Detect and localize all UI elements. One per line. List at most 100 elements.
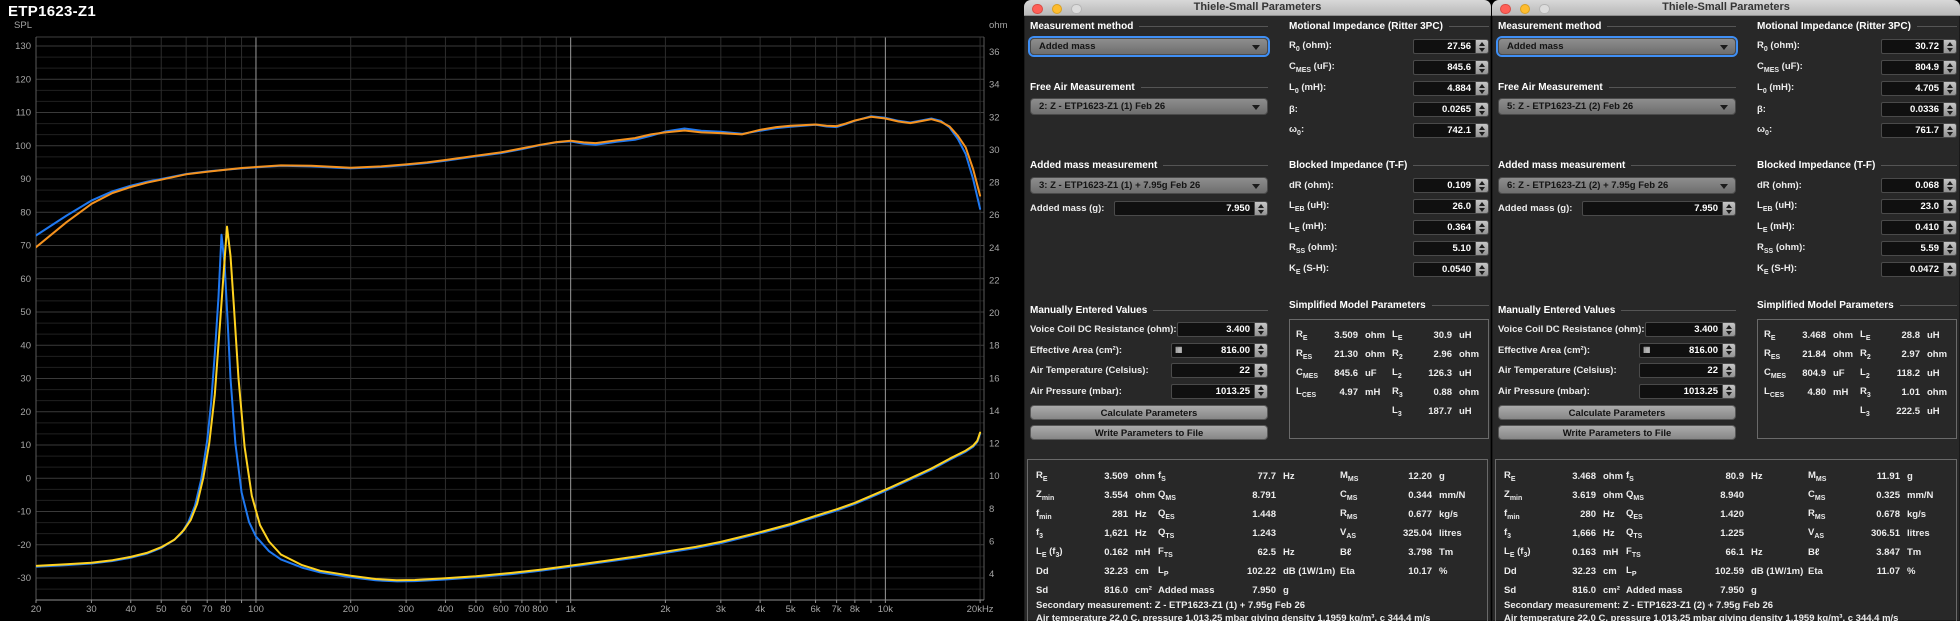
write-parameters-button[interactable]: Write Parameters to File xyxy=(1498,425,1736,440)
measurement-method-dropdown[interactable]: Added mass xyxy=(1498,38,1736,55)
manual-field-0-box[interactable]: 3.400 xyxy=(1644,322,1723,337)
motional-field-3-stepper[interactable] xyxy=(1944,102,1957,117)
motional-field-1-stepper[interactable] xyxy=(1476,60,1489,75)
manual-field-1[interactable]: ▦ 816.00 xyxy=(1171,342,1268,358)
blocked-field-0[interactable]: 0.068 xyxy=(1881,178,1957,193)
manual-field-0-box[interactable]: 3.400 xyxy=(1176,322,1255,337)
motional-field-1-stepper[interactable] xyxy=(1944,60,1957,75)
blocked-field-2-stepper[interactable] xyxy=(1944,220,1957,235)
motional-field-2-stepper[interactable] xyxy=(1944,81,1957,96)
window-titlebar[interactable]: Thiele-Small Parameters xyxy=(1492,0,1960,16)
measurement-method-dropdown[interactable]: Added mass xyxy=(1030,38,1268,55)
blocked-field-3-stepper[interactable] xyxy=(1476,241,1489,256)
manual-field-3[interactable]: 1013.25 xyxy=(1171,383,1268,399)
manual-field-3-box[interactable]: 1013.25 xyxy=(1171,383,1255,399)
blocked-field-0-stepper[interactable] xyxy=(1476,178,1489,193)
blocked-field-2[interactable]: 0.364 xyxy=(1413,220,1489,235)
manual-field-2-stepper[interactable] xyxy=(1255,363,1268,378)
added-mass-field-stepper[interactable] xyxy=(1255,201,1268,216)
manual-field-3-stepper[interactable] xyxy=(1723,383,1736,399)
manual-field-0-stepper[interactable] xyxy=(1723,322,1736,337)
free-air-measurement-dropdown[interactable]: 5: Z - ETP1623-Z1 (2) Feb 26 xyxy=(1498,98,1736,115)
free-air-measurement-dropdown[interactable]: 2: Z - ETP1623-Z1 (1) Feb 26 xyxy=(1030,98,1268,115)
blocked-field-3[interactable]: 5.10 xyxy=(1413,241,1489,256)
motional-field-4-stepper[interactable] xyxy=(1944,123,1957,138)
blocked-field-3-box[interactable]: 5.59 xyxy=(1881,241,1944,256)
blocked-field-3-stepper[interactable] xyxy=(1944,241,1957,256)
manual-field-1-box[interactable]: ▦ 816.00 xyxy=(1639,342,1723,358)
write-parameters-button[interactable]: Write Parameters to File xyxy=(1030,425,1268,440)
motional-field-2-box[interactable]: 4.705 xyxy=(1881,81,1944,96)
motional-field-2-box[interactable]: 4.884 xyxy=(1413,81,1476,96)
manual-field-1-stepper[interactable] xyxy=(1723,342,1736,358)
window-titlebar[interactable]: Thiele-Small Parameters xyxy=(1024,0,1491,16)
motional-field-3[interactable]: 0.0336 xyxy=(1881,102,1957,117)
manual-field-1-box[interactable]: ▦ 816.00 xyxy=(1171,342,1255,358)
manual-field-2-box[interactable]: 22 xyxy=(1171,363,1255,378)
blocked-field-4[interactable]: 0.0472 xyxy=(1881,262,1957,277)
motional-field-1-box[interactable]: 845.6 xyxy=(1413,60,1476,75)
blocked-field-1-stepper[interactable] xyxy=(1944,199,1957,214)
manual-field-0[interactable]: 3.400 xyxy=(1176,322,1268,337)
motional-field-3-box[interactable]: 0.0265 xyxy=(1413,102,1476,117)
motional-field-2[interactable]: 4.884 xyxy=(1413,81,1489,96)
manual-field-3[interactable]: 1013.25 xyxy=(1639,383,1736,399)
blocked-field-4-stepper[interactable] xyxy=(1476,262,1489,277)
added-mass-field-stepper[interactable] xyxy=(1723,201,1736,216)
motional-field-0-box[interactable]: 27.56 xyxy=(1413,39,1476,54)
motional-field-1-box[interactable]: 804.9 xyxy=(1881,60,1944,75)
motional-field-4[interactable]: 761.7 xyxy=(1881,123,1957,138)
manual-field-2[interactable]: 22 xyxy=(1171,363,1268,378)
blocked-field-2[interactable]: 0.410 xyxy=(1881,220,1957,235)
blocked-field-2-stepper[interactable] xyxy=(1476,220,1489,235)
blocked-field-3[interactable]: 5.59 xyxy=(1881,241,1957,256)
blocked-field-2-box[interactable]: 0.364 xyxy=(1413,220,1476,235)
blocked-field-1-box[interactable]: 23.0 xyxy=(1881,199,1944,214)
blocked-field-1-box[interactable]: 26.0 xyxy=(1413,199,1476,214)
blocked-field-1[interactable]: 23.0 xyxy=(1881,199,1957,214)
motional-field-0-stepper[interactable] xyxy=(1476,39,1489,54)
blocked-field-0[interactable]: 0.109 xyxy=(1413,178,1489,193)
motional-field-0[interactable]: 30.72 xyxy=(1881,39,1957,54)
added-mass-field-box[interactable]: 7.950 xyxy=(1114,201,1255,216)
motional-field-1[interactable]: 845.6 xyxy=(1413,60,1489,75)
motional-field-0-box[interactable]: 30.72 xyxy=(1881,39,1944,54)
manual-field-2[interactable]: 22 xyxy=(1639,363,1736,378)
manual-field-0-stepper[interactable] xyxy=(1255,322,1268,337)
manual-field-0[interactable]: 3.400 xyxy=(1644,322,1736,337)
motional-field-3-stepper[interactable] xyxy=(1476,102,1489,117)
manual-field-1[interactable]: ▦ 816.00 xyxy=(1639,342,1736,358)
blocked-field-4-box[interactable]: 0.0472 xyxy=(1881,262,1944,277)
blocked-field-2-box[interactable]: 0.410 xyxy=(1881,220,1944,235)
added-mass-measurement-dropdown[interactable]: 6: Z - ETP1623-Z1 (2) + 7.95g Feb 26 xyxy=(1498,177,1736,194)
motional-field-2-stepper[interactable] xyxy=(1476,81,1489,96)
motional-field-2[interactable]: 4.705 xyxy=(1881,81,1957,96)
calculate-parameters-button[interactable]: Calculate Parameters xyxy=(1498,404,1736,420)
motional-field-4-box[interactable]: 761.7 xyxy=(1881,123,1944,138)
blocked-field-4[interactable]: 0.0540 xyxy=(1413,262,1489,277)
blocked-field-1[interactable]: 26.0 xyxy=(1413,199,1489,214)
added-mass-field-box[interactable]: 7.950 xyxy=(1582,201,1723,216)
motional-field-3-box[interactable]: 0.0336 xyxy=(1881,102,1944,117)
blocked-field-4-stepper[interactable] xyxy=(1944,262,1957,277)
added-mass-field[interactable]: 7.950 xyxy=(1114,201,1268,216)
motional-field-4[interactable]: 742.1 xyxy=(1413,123,1489,138)
blocked-field-0-box[interactable]: 0.109 xyxy=(1413,178,1476,193)
motional-field-0-stepper[interactable] xyxy=(1944,39,1957,54)
motional-field-4-stepper[interactable] xyxy=(1476,123,1489,138)
blocked-field-1-stepper[interactable] xyxy=(1476,199,1489,214)
manual-field-2-box[interactable]: 22 xyxy=(1639,363,1723,378)
motional-field-1[interactable]: 804.9 xyxy=(1881,60,1957,75)
blocked-field-3-box[interactable]: 5.10 xyxy=(1413,241,1476,256)
motional-field-4-box[interactable]: 742.1 xyxy=(1413,123,1476,138)
blocked-field-4-box[interactable]: 0.0540 xyxy=(1413,262,1476,277)
manual-field-1-stepper[interactable] xyxy=(1255,342,1268,358)
calculate-parameters-button[interactable]: Calculate Parameters xyxy=(1030,404,1268,420)
motional-field-0[interactable]: 27.56 xyxy=(1413,39,1489,54)
blocked-field-0-box[interactable]: 0.068 xyxy=(1881,178,1944,193)
manual-field-3-box[interactable]: 1013.25 xyxy=(1639,383,1723,399)
motional-field-3[interactable]: 0.0265 xyxy=(1413,102,1489,117)
manual-field-2-stepper[interactable] xyxy=(1723,363,1736,378)
manual-field-3-stepper[interactable] xyxy=(1255,383,1268,399)
added-mass-field[interactable]: 7.950 xyxy=(1582,201,1736,216)
